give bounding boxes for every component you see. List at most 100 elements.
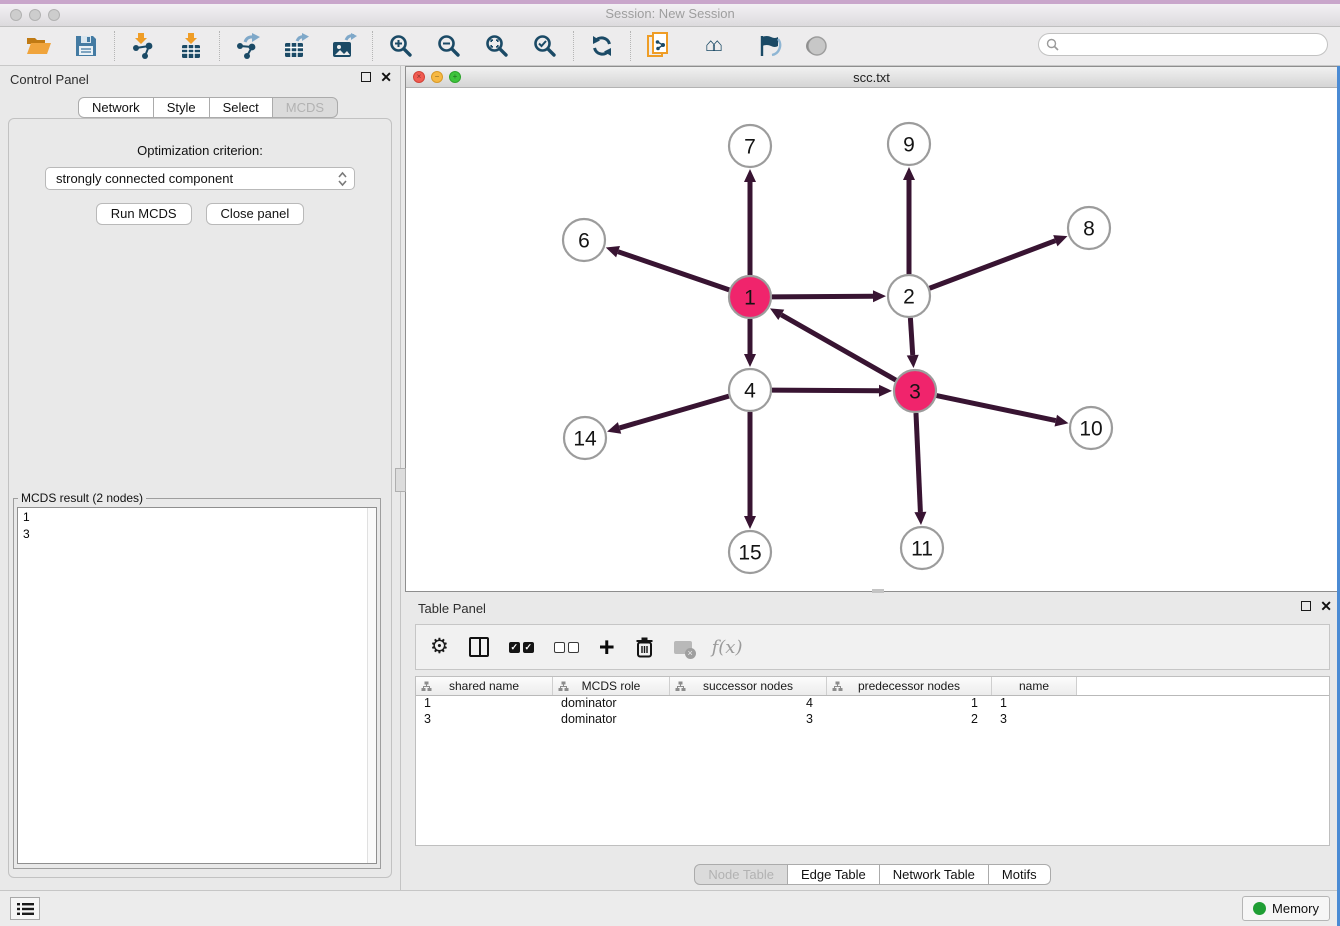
network-window-titlebar[interactable]: × − + scc.txt	[406, 67, 1337, 88]
node-table: shared name MCDS role successor nodes pr…	[415, 676, 1330, 846]
table-panel-tabs: Node Table Edge Table Network Table Moti…	[405, 864, 1340, 885]
cell-successor-nodes[interactable]: 4	[670, 696, 827, 712]
edge-2-3[interactable]	[910, 318, 912, 355]
task-history-button[interactable]	[10, 897, 40, 920]
panel-splitter-handle[interactable]	[395, 468, 406, 492]
close-panel-button[interactable]: Close panel	[206, 203, 305, 225]
tab-mcds[interactable]: MCDS	[273, 97, 338, 118]
tab-style[interactable]: Style	[154, 97, 210, 118]
export-network-icon	[235, 33, 261, 59]
save-session-icon	[74, 34, 98, 58]
titlebar-accent	[0, 0, 1340, 4]
edge-arrowhead	[879, 385, 892, 397]
memory-button[interactable]: Memory	[1242, 896, 1330, 921]
column-header-name[interactable]: name	[992, 677, 1077, 695]
delete-table-icon	[674, 641, 692, 654]
cell-successor-nodes[interactable]: 3	[670, 712, 827, 728]
home-icon: ⌂⌂	[705, 35, 723, 57]
mcds-result-title: MCDS result (2 nodes)	[18, 491, 146, 505]
tab-network-table[interactable]: Network Table	[880, 864, 989, 885]
run-mcds-button[interactable]: Run MCDS	[96, 203, 192, 225]
refresh-layout-icon	[590, 34, 614, 58]
close-table-panel-icon[interactable]: ✕	[1320, 601, 1332, 611]
edge-1-6[interactable]	[618, 252, 729, 290]
result-scrollbar[interactable]	[367, 508, 376, 863]
export-table-button[interactable]	[281, 31, 311, 61]
edge-4-3[interactable]	[772, 390, 879, 391]
column-header-shared-name[interactable]: shared name	[416, 677, 553, 695]
table-row[interactable]: 1 dominator 4 1 1	[416, 696, 1329, 712]
export-image-button[interactable]	[329, 31, 359, 61]
gear-icon[interactable]: ⚙	[430, 637, 449, 657]
network-canvas[interactable]: 7968124314101511	[406, 88, 1337, 591]
edge-3-1[interactable]	[781, 315, 896, 380]
column-header-successor-nodes[interactable]: successor nodes	[670, 677, 827, 695]
edge-3-11[interactable]	[916, 413, 920, 512]
edge-arrowhead	[1053, 235, 1067, 246]
mcds-result-area[interactable]: 1 3	[17, 507, 377, 864]
zoom-selected-button[interactable]	[530, 31, 560, 61]
control-panel: Control Panel ✕ Network Style Select MCD…	[0, 66, 401, 890]
deselect-all-columns-icon[interactable]	[554, 642, 579, 653]
function-icon: f(x)	[712, 637, 743, 658]
table-header: shared name MCDS role successor nodes pr…	[416, 677, 1329, 696]
attribute-icon	[558, 681, 569, 692]
float-table-panel-icon[interactable]	[1301, 601, 1311, 611]
export-network-button[interactable]	[233, 31, 263, 61]
edge-arrowhead	[907, 355, 919, 368]
zoom-in-icon	[389, 34, 413, 58]
tab-select[interactable]: Select	[210, 97, 273, 118]
edge-arrowhead	[744, 516, 756, 529]
hide-flag-button[interactable]	[754, 31, 784, 61]
column-header-mcds-role[interactable]: MCDS role	[553, 677, 670, 695]
tab-node-table[interactable]: Node Table	[694, 864, 788, 885]
copy-network-button[interactable]	[644, 31, 674, 61]
network-graph[interactable]: 7968124314101511	[406, 88, 1337, 591]
cell-shared-name[interactable]: 3	[416, 712, 553, 728]
cell-name[interactable]: 3	[992, 712, 1077, 728]
tab-edge-table[interactable]: Edge Table	[788, 864, 880, 885]
criterion-dropdown[interactable]: strongly connected component	[45, 167, 355, 190]
cell-shared-name[interactable]: 1	[416, 696, 553, 712]
cell-mcds-role[interactable]: dominator	[553, 696, 670, 712]
edge-arrowhead	[903, 167, 915, 180]
trash-icon[interactable]	[635, 637, 654, 658]
window-resize-handle[interactable]	[872, 589, 884, 593]
edge-4-14[interactable]	[620, 396, 729, 428]
edge-3-10[interactable]	[937, 396, 1056, 421]
cell-predecessor-nodes[interactable]: 1	[827, 696, 992, 712]
home-button[interactable]: ⌂⌂	[692, 31, 736, 61]
table-row[interactable]: 3 dominator 3 2 3	[416, 712, 1329, 728]
zoom-out-button[interactable]	[434, 31, 464, 61]
import-table-button[interactable]	[176, 31, 206, 61]
edge-1-2[interactable]	[772, 296, 873, 297]
cell-predecessor-nodes[interactable]: 2	[827, 712, 992, 728]
tab-network[interactable]: Network	[78, 97, 154, 118]
select-all-columns-icon[interactable]: ✓✓	[509, 642, 534, 653]
edge-2-8[interactable]	[930, 241, 1056, 289]
open-session-button[interactable]	[23, 31, 53, 61]
eye-button[interactable]	[802, 31, 832, 61]
column-header-predecessor-nodes[interactable]: predecessor nodes	[827, 677, 992, 695]
tab-motifs[interactable]: Motifs	[989, 864, 1051, 885]
open-session-icon	[25, 34, 52, 58]
save-session-button[interactable]	[71, 31, 101, 61]
import-network-button[interactable]	[128, 31, 158, 61]
table-toolbar: ⚙ ✓✓ + f(x)	[415, 624, 1330, 670]
cell-mcds-role[interactable]: dominator	[553, 712, 670, 728]
cell-name[interactable]: 1	[992, 696, 1077, 712]
control-panel-title: Control Panel	[10, 72, 89, 87]
columns-icon[interactable]	[469, 637, 489, 657]
search-input[interactable]	[1064, 38, 1327, 52]
refresh-layout-button[interactable]	[587, 31, 617, 61]
zoom-fit-button[interactable]	[482, 31, 512, 61]
zoom-in-button[interactable]	[386, 31, 416, 61]
attribute-icon	[421, 681, 432, 692]
close-panel-icon[interactable]: ✕	[380, 72, 392, 82]
chevron-up-down-icon	[338, 171, 347, 187]
add-icon[interactable]: +	[599, 636, 615, 658]
float-panel-icon[interactable]	[361, 72, 371, 82]
search-field[interactable]	[1038, 33, 1328, 56]
main-toolbar: ⌂⌂	[0, 27, 1340, 66]
zoom-out-icon	[437, 34, 461, 58]
